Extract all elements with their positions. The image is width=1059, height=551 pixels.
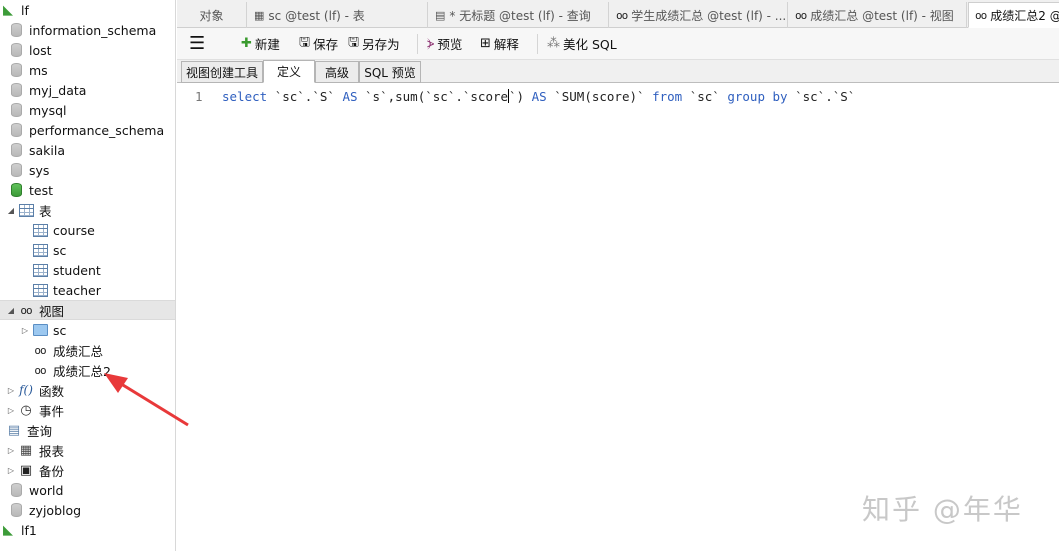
annotation-arrow [104,373,189,427]
arrow-shaft [117,380,189,427]
arrow-head [104,373,128,393]
watermark: 知乎 @年华 [862,493,1023,526]
